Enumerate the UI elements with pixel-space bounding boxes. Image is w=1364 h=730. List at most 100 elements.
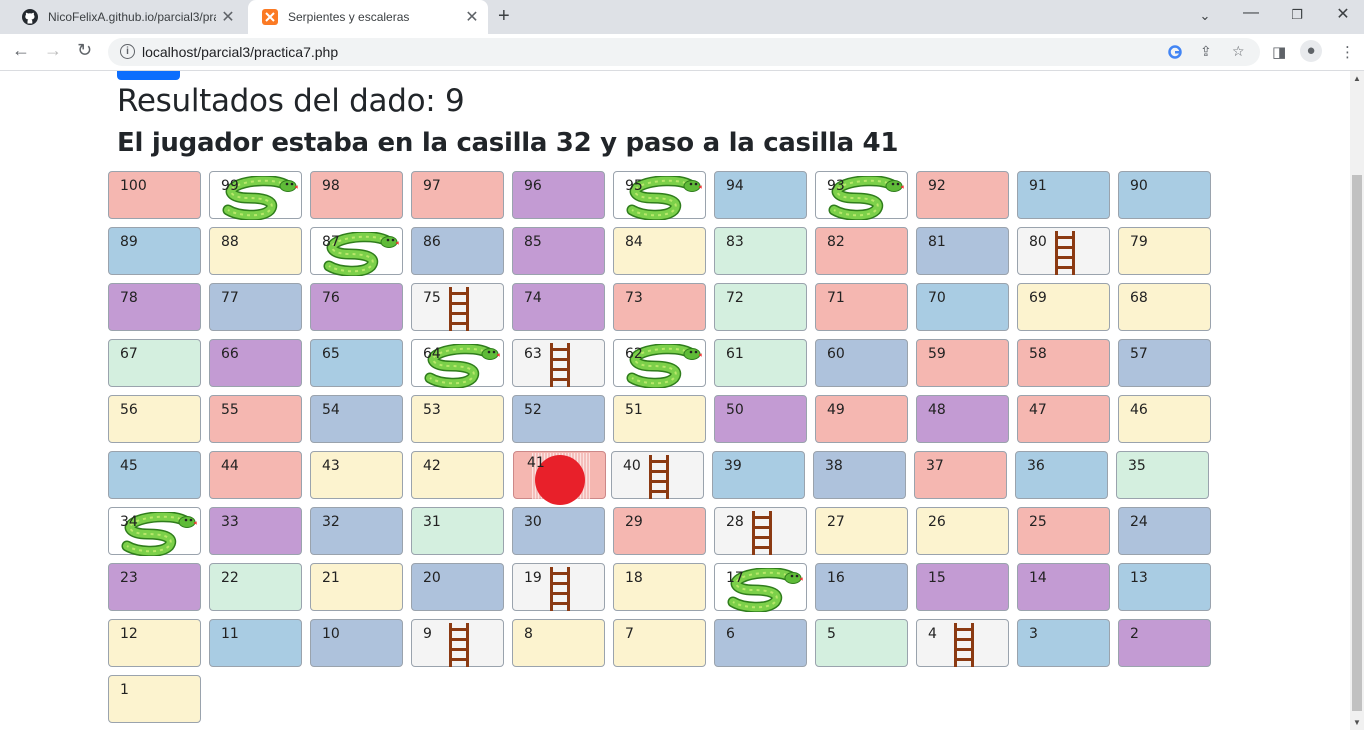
board-cell: 92 xyxy=(916,171,1009,219)
ladder-icon xyxy=(550,343,570,387)
cell-number: 10 xyxy=(322,626,340,642)
cell-number: 78 xyxy=(120,290,138,306)
cell-number: 75 xyxy=(423,290,441,306)
board-cell: 52 xyxy=(512,395,605,443)
board-cell: 46 xyxy=(1118,395,1211,443)
board-cell: 21 xyxy=(310,563,403,611)
board-cell: 62 xyxy=(613,339,706,388)
cell-number: 39 xyxy=(724,458,742,474)
close-window-icon[interactable]: ✕ xyxy=(1320,4,1364,24)
cell-number: 6 xyxy=(726,626,735,642)
new-tab-icon[interactable]: + xyxy=(498,5,510,28)
board-cell: 47 xyxy=(1017,395,1110,443)
tab-search-icon[interactable]: ⌄ xyxy=(1182,8,1228,24)
cell-number: 45 xyxy=(120,458,138,474)
cell-number: 13 xyxy=(1130,570,1148,586)
reload-icon[interactable]: ↻ xyxy=(77,40,92,61)
board-cell: 3 xyxy=(1017,619,1110,667)
ladder-icon xyxy=(550,567,570,611)
cell-number: 100 xyxy=(120,178,147,194)
board-cell: 54 xyxy=(310,395,403,443)
board-cell: 10 xyxy=(310,619,403,667)
board-cell: 24 xyxy=(1118,507,1211,555)
ladder-icon xyxy=(954,623,974,667)
scroll-up-icon[interactable]: ▲ xyxy=(1353,74,1361,83)
cell-number: 89 xyxy=(120,234,138,250)
cell-number: 36 xyxy=(1027,458,1045,474)
cell-number: 61 xyxy=(726,346,744,362)
board-cell: 15 xyxy=(916,563,1009,611)
cell-number: 68 xyxy=(1130,290,1148,306)
cell-number: 80 xyxy=(1029,234,1047,250)
cell-number: 23 xyxy=(120,570,138,586)
board-cell: 99 xyxy=(209,171,302,220)
cell-number: 93 xyxy=(827,178,845,194)
cell-number: 16 xyxy=(827,570,845,586)
bookmark-star-icon[interactable]: ☆ xyxy=(1232,43,1245,60)
scrollbar-thumb[interactable] xyxy=(1352,175,1362,711)
back-icon[interactable]: ← xyxy=(12,40,30,61)
cell-number: 5 xyxy=(827,626,836,642)
cell-number: 21 xyxy=(322,570,340,586)
cell-number: 4 xyxy=(928,626,937,642)
forward-icon[interactable]: → xyxy=(44,40,62,61)
board-cell: 80 xyxy=(1017,227,1110,275)
board-cell: 67 xyxy=(108,339,201,387)
board-cell: 37 xyxy=(914,451,1007,499)
scroll-down-icon[interactable]: ▼ xyxy=(1353,718,1361,727)
board-cell: 11 xyxy=(209,619,302,667)
cell-number: 73 xyxy=(625,290,643,306)
cell-number: 91 xyxy=(1029,178,1047,194)
cell-number: 7 xyxy=(625,626,634,642)
site-info-icon[interactable]: i xyxy=(120,44,135,59)
board-cell: 93 xyxy=(815,171,908,220)
cell-number: 20 xyxy=(423,570,441,586)
board-cell: 85 xyxy=(512,227,605,275)
tab-github[interactable]: NicoFelixA.github.io/parcial3/pra ✕ xyxy=(8,0,244,34)
board-cell: 35 xyxy=(1116,451,1209,499)
menu-icon[interactable]: ⋮ xyxy=(1340,43,1355,61)
board-cell: 87 xyxy=(310,227,403,276)
share-icon[interactable]: ⇪ xyxy=(1200,43,1212,60)
board-cell: 71 xyxy=(815,283,908,331)
cell-number: 50 xyxy=(726,402,744,418)
close-tab-icon[interactable]: ✕ xyxy=(460,7,484,27)
cell-number: 2 xyxy=(1130,626,1139,642)
board-cell: 28 xyxy=(714,507,807,555)
cell-number: 22 xyxy=(221,570,239,586)
cell-number: 58 xyxy=(1029,346,1047,362)
cell-number: 8 xyxy=(524,626,533,642)
cell-number: 41 xyxy=(527,455,545,471)
cell-number: 49 xyxy=(827,402,845,418)
cell-number: 25 xyxy=(1029,514,1047,530)
minimize-icon[interactable]: — xyxy=(1228,4,1274,22)
cell-number: 63 xyxy=(524,346,542,362)
board-cell: 66 xyxy=(209,339,302,387)
tab-serpientes[interactable]: Serpientes y escaleras ✕ xyxy=(248,0,488,34)
board-cell: 17 xyxy=(714,563,807,612)
cell-number: 34 xyxy=(120,514,138,530)
board-cell: 19 xyxy=(512,563,605,611)
cell-number: 77 xyxy=(221,290,239,306)
cell-number: 43 xyxy=(322,458,340,474)
google-translate-icon[interactable] xyxy=(1168,45,1182,59)
cell-number: 30 xyxy=(524,514,542,530)
board-cell: 14 xyxy=(1017,563,1110,611)
scrollbar[interactable]: ▲ ▼ xyxy=(1350,71,1364,730)
side-panel-icon[interactable]: ◨ xyxy=(1272,43,1286,61)
profile-icon[interactable]: ● xyxy=(1300,40,1322,62)
close-tab-icon[interactable]: ✕ xyxy=(216,7,240,27)
cell-number: 95 xyxy=(625,178,643,194)
cell-number: 51 xyxy=(625,402,643,418)
board-cell: 49 xyxy=(815,395,908,443)
cell-number: 15 xyxy=(928,570,946,586)
restore-icon[interactable]: ❐ xyxy=(1274,7,1320,23)
roll-dice-button[interactable] xyxy=(117,71,180,80)
address-bar[interactable]: i localhost/parcial3/practica7.php ⇪ ☆ xyxy=(108,38,1260,66)
board-cell: 7 xyxy=(613,619,706,667)
board-cell: 36 xyxy=(1015,451,1108,499)
cell-number: 60 xyxy=(827,346,845,362)
move-result: El jugador estaba en la casilla 32 y pas… xyxy=(117,128,899,158)
board-cell: 53 xyxy=(411,395,504,443)
board-cell: 23 xyxy=(108,563,201,611)
